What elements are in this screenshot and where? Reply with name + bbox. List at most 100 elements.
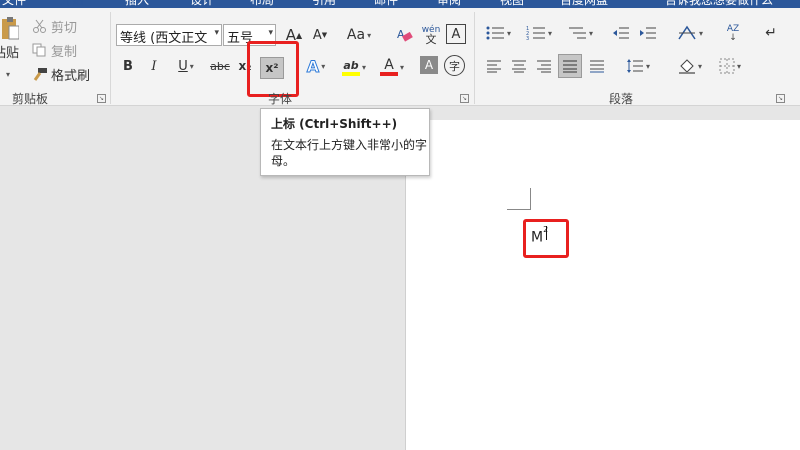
- tab-mailings[interactable]: 邮件: [374, 0, 398, 8]
- enclose-characters-button[interactable]: 字: [444, 55, 465, 76]
- justify-button[interactable]: [558, 54, 582, 78]
- font-color-swatch: [379, 72, 398, 76]
- borders-icon: [719, 58, 735, 74]
- bullets-button[interactable]: ▾: [480, 22, 516, 44]
- align-right-button[interactable]: [533, 55, 555, 77]
- tab-references[interactable]: 引用: [312, 0, 336, 8]
- paragraph-mark-icon: ↵: [765, 25, 777, 41]
- bullet-list-icon: [485, 25, 505, 41]
- tooltip-body: 在文本行上方键入非常小的字母。: [271, 138, 428, 168]
- tab-file[interactable]: 文件: [2, 0, 26, 8]
- chevron-down-icon: ▾: [189, 61, 194, 71]
- justify-icon: [562, 59, 578, 73]
- clear-formatting-button[interactable]: A: [394, 24, 416, 46]
- chevron-down-icon: ▾: [736, 61, 741, 71]
- align-center-icon: [511, 59, 527, 73]
- increase-indent-icon: [639, 25, 657, 41]
- highlight-color-button[interactable]: ab ▾: [338, 55, 370, 79]
- paragraph-group-label: 段落: [609, 92, 634, 106]
- document-page[interactable]: [405, 120, 800, 450]
- underline-button[interactable]: U ▾: [170, 56, 202, 76]
- strikethrough-button[interactable]: abc: [207, 56, 233, 76]
- annotation-box-text: [523, 219, 569, 258]
- tab-view[interactable]: 视图: [500, 0, 524, 8]
- copy-icon: [32, 43, 48, 57]
- shading-button[interactable]: ▾: [672, 55, 708, 77]
- line-spacing-button[interactable]: ▾: [620, 55, 656, 77]
- chevron-down-icon: ▾: [645, 61, 650, 71]
- chevron-down-icon: ▾: [214, 28, 219, 38]
- down-arrow-icon: ↓: [729, 33, 737, 43]
- highlighter-icon: ab: [343, 58, 359, 72]
- paste-icon: [1, 16, 19, 42]
- change-case-button[interactable]: Aa ▾: [342, 24, 376, 46]
- copy-button[interactable]: 复制: [32, 40, 77, 60]
- paint-bucket-icon: [678, 58, 696, 74]
- paste-label: 粘贴: [0, 45, 19, 61]
- italic-button[interactable]: I: [145, 56, 163, 76]
- page-corner-mark: [507, 188, 531, 210]
- align-center-button[interactable]: [508, 55, 530, 77]
- chevron-down-icon: ▾: [698, 28, 703, 38]
- font-name-value: 等线 (西文正文: [120, 31, 208, 46]
- character-shading-button[interactable]: A: [420, 56, 438, 74]
- tell-me-box[interactable]: 告诉我您想要做什么: [665, 0, 773, 8]
- format-painter-button[interactable]: 格式刷: [32, 64, 90, 84]
- align-left-icon: [486, 59, 502, 73]
- distributed-button[interactable]: [586, 55, 608, 77]
- copy-label: 复制: [51, 44, 78, 60]
- numbered-list-icon: 123: [526, 25, 546, 41]
- sort-button[interactable]: AZ ↓: [722, 22, 744, 46]
- chevron-down-icon: ▾: [588, 28, 593, 38]
- format-painter-label: 格式刷: [51, 68, 91, 84]
- tab-design[interactable]: 设计: [190, 0, 214, 8]
- svg-text:3: 3: [526, 36, 529, 41]
- chevron-down-icon: ▾: [367, 30, 372, 40]
- font-color-button[interactable]: A ▾: [376, 55, 408, 79]
- tab-layout[interactable]: 布局: [250, 0, 274, 8]
- tab-review[interactable]: 审阅: [437, 0, 461, 8]
- eraser-icon: A: [396, 27, 414, 43]
- distributed-icon: [589, 59, 605, 73]
- annotation-box-superscript: [247, 41, 299, 97]
- bold-button[interactable]: B: [119, 56, 137, 76]
- decrease-indent-button[interactable]: [610, 22, 632, 44]
- show-formatting-marks-button[interactable]: ↵: [760, 22, 782, 44]
- tab-insert[interactable]: 插入: [125, 0, 149, 8]
- paste-dropdown[interactable]: ▾: [6, 70, 10, 79]
- chevron-down-icon: ▾: [361, 62, 366, 72]
- text-effects-icon: A: [306, 56, 320, 76]
- chinese-layout-button[interactable]: ▾: [672, 22, 708, 44]
- brush-icon: [32, 67, 48, 81]
- superscript-tooltip: 上标 (Ctrl+Shift++) 在文本行上方键入非常小的字母。: [260, 108, 430, 176]
- group-separator: [110, 12, 111, 104]
- highlight-swatch: [341, 71, 360, 76]
- borders-button[interactable]: ▾: [712, 55, 748, 77]
- cut-button[interactable]: 剪切: [32, 16, 77, 36]
- chevron-down-icon: ▾: [506, 28, 511, 38]
- ribbon-tab-strip: 文件 开始 插入 设计 布局 引用 邮件 审阅 视图 百度网盘 告诉我您想要做什…: [0, 0, 800, 8]
- phonetic-guide-button[interactable]: wén 文: [420, 24, 442, 46]
- tab-baidu-netdisk[interactable]: 百度网盘: [560, 0, 608, 8]
- shrink-font-button[interactable]: A ▼: [310, 24, 330, 46]
- clipboard-group-label: 剪贴板: [12, 92, 49, 106]
- character-border-button[interactable]: A: [446, 24, 466, 44]
- text-effects-button[interactable]: A ▾: [300, 55, 332, 77]
- scissors-icon: [32, 19, 48, 33]
- paragraph-launcher[interactable]: ↘: [776, 94, 785, 103]
- align-left-button[interactable]: [483, 55, 505, 77]
- font-group-label: 字体: [268, 92, 293, 106]
- ribbon: 粘贴 ▾ 剪切 复制 格式刷 剪贴板 ↘ 等线 (西文正文 ▾ 五号 ▾ A▲ …: [0, 8, 800, 106]
- font-name-combo[interactable]: 等线 (西文正文 ▾: [116, 24, 222, 46]
- font-launcher[interactable]: ↘: [460, 94, 469, 103]
- chevron-down-icon: ▾: [321, 61, 326, 71]
- clipboard-launcher[interactable]: ↘: [97, 94, 106, 103]
- paste-button[interactable]: 粘贴: [0, 16, 20, 61]
- group-separator: [474, 12, 475, 104]
- numbering-button[interactable]: 123 ▾: [521, 22, 557, 44]
- multilevel-list-icon: [567, 25, 587, 41]
- multilevel-list-button[interactable]: ▾: [562, 22, 598, 44]
- chevron-down-icon: ▾: [268, 28, 273, 38]
- increase-indent-button[interactable]: [637, 22, 659, 44]
- chevron-down-icon: ▾: [547, 28, 552, 38]
